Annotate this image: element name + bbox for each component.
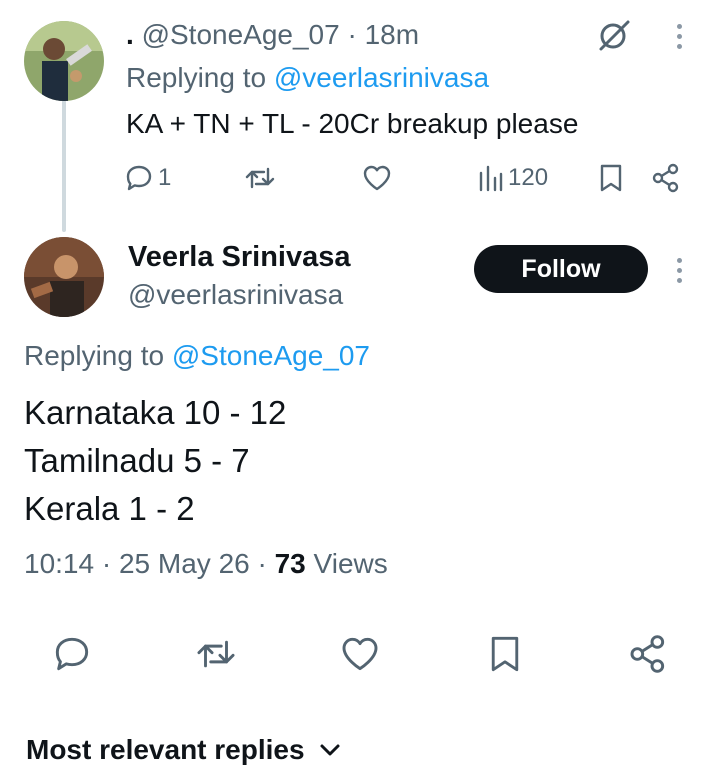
main-replying-to: Replying to @StoneAge_07	[24, 338, 370, 374]
replying-to-prefix: Replying to	[126, 62, 267, 93]
replying-to-handle[interactable]: @veerlasrinivasa	[274, 62, 489, 93]
meta-separator: ·	[101, 548, 112, 579]
grok-button[interactable]	[597, 18, 631, 52]
retweet-icon	[245, 167, 275, 189]
tweet-date[interactable]: 25 May 26	[119, 548, 250, 579]
reply-reply-action[interactable]: 1	[124, 163, 171, 193]
reply-share-action[interactable]	[651, 163, 681, 193]
main-more-button[interactable]	[677, 258, 683, 288]
avatar-stoneage[interactable]	[24, 21, 104, 101]
reply-header: . @StoneAge_07 · 18m	[126, 18, 419, 52]
main-display-name[interactable]: Veerla Srinivasa	[128, 240, 351, 274]
reply-more-button[interactable]	[677, 24, 683, 54]
reply-views-count: 120	[508, 164, 549, 191]
avatar-veerla[interactable]	[24, 237, 104, 317]
bookmark-icon	[491, 636, 519, 672]
replying-to-prefix: Replying to	[24, 340, 165, 371]
heart-icon	[342, 637, 378, 671]
reply-like-action[interactable]	[362, 163, 392, 193]
tweet-line-2: Tamilnadu 5 - 7	[24, 442, 250, 479]
reply-retweet-action[interactable]	[244, 163, 276, 193]
reply-tweet-text: KA + TN + TL - 20Cr breakup please	[126, 108, 579, 139]
retweet-icon	[197, 640, 235, 668]
main-reply-action[interactable]	[52, 634, 92, 674]
more-vertical-icon	[677, 258, 682, 263]
thread-connector-line	[62, 100, 66, 232]
reply-bubble-icon	[126, 165, 152, 191]
meta-separator: ·	[257, 548, 267, 579]
reply-replying-to: Replying to @veerlasrinivasa	[126, 60, 489, 96]
follow-button[interactable]: Follow	[474, 245, 648, 293]
reply-time[interactable]: 18m	[365, 19, 419, 50]
views-count[interactable]: 73	[275, 548, 306, 579]
replying-to-handle[interactable]: @StoneAge_07	[172, 340, 370, 371]
sort-label: Most relevant replies	[26, 734, 305, 765]
tweet-time[interactable]: 10:14	[24, 548, 94, 579]
reply-author-handle[interactable]: @StoneAge_07	[142, 19, 340, 50]
tweet-meta: 10:14 · 25 May 26 · 73 Views	[24, 546, 388, 582]
tweet-line-1: Karnataka 10 - 12	[24, 394, 287, 431]
sort-replies-dropdown[interactable]: Most relevant replies	[26, 733, 341, 767]
reply-bookmark-action[interactable]	[598, 163, 624, 193]
share-icon	[652, 163, 679, 193]
grok-icon	[599, 20, 630, 51]
heart-icon	[363, 165, 391, 191]
reply-author-name[interactable]: .	[126, 19, 134, 50]
main-bookmark-action[interactable]	[488, 634, 522, 674]
main-share-action[interactable]	[628, 634, 668, 674]
bar-chart-icon	[479, 165, 503, 192]
tweet-line-3: Kerala 1 - 2	[24, 490, 195, 527]
bookmark-icon	[600, 164, 622, 192]
main-handle[interactable]: @veerlasrinivasa	[128, 278, 343, 312]
reply-views-action[interactable]: 120	[478, 163, 548, 193]
more-vertical-icon	[677, 24, 682, 29]
chevron-down-icon	[320, 744, 340, 756]
views-label[interactable]: Views	[314, 548, 388, 579]
main-like-action[interactable]	[340, 634, 380, 674]
reply-count: 1	[158, 164, 172, 191]
main-retweet-action[interactable]	[195, 634, 237, 674]
share-icon	[630, 635, 665, 673]
reply-bubble-icon	[55, 637, 89, 671]
reply-separator: ·	[347, 19, 357, 50]
